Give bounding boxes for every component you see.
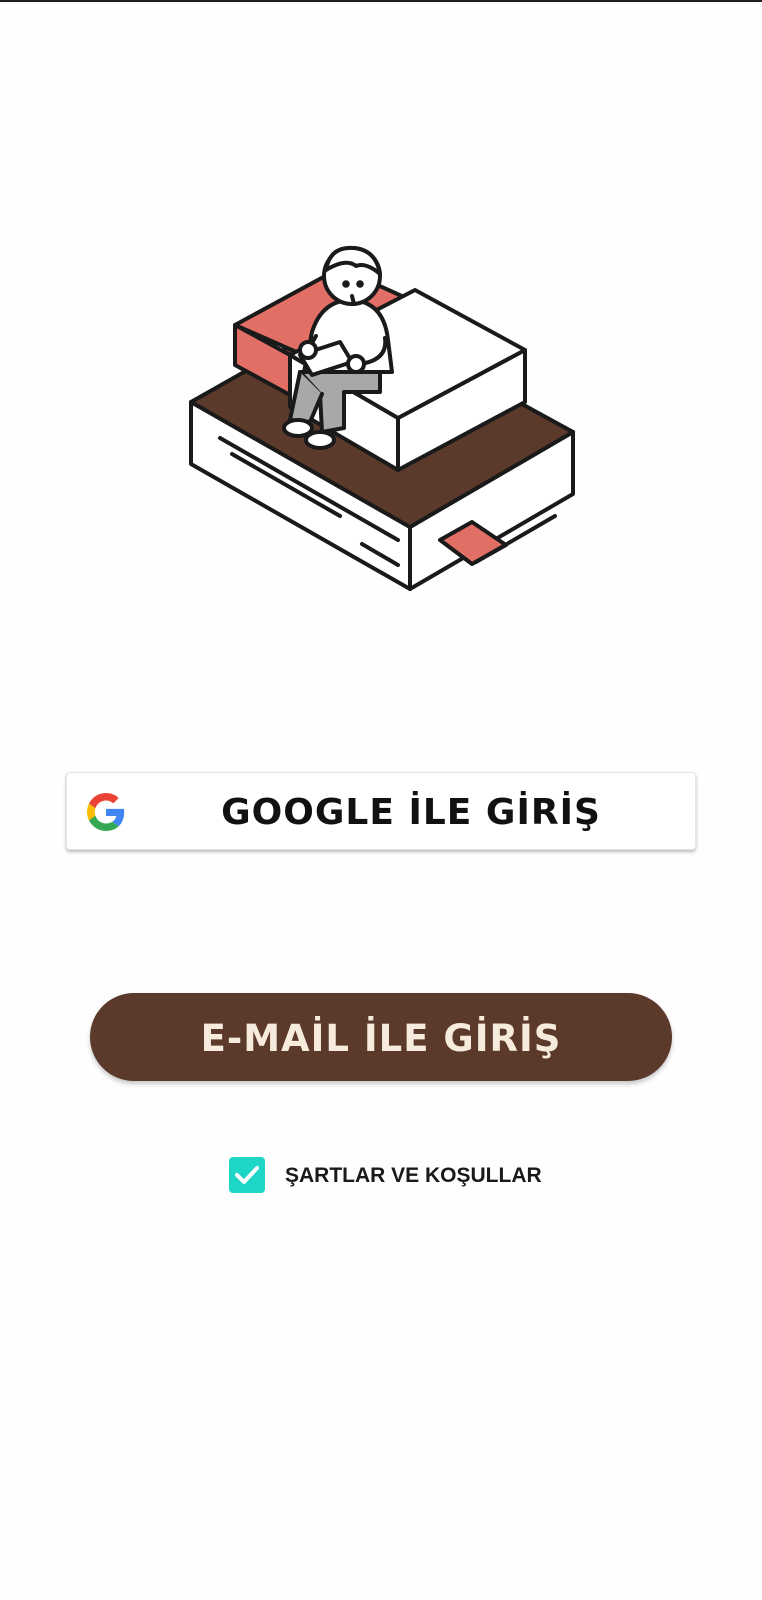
email-sign-in-label: E-MAİL İLE GİRİŞ bbox=[200, 1017, 562, 1060]
email-sign-in-button[interactable]: E-MAİL İLE GİRİŞ bbox=[90, 993, 672, 1081]
google-g-logo-icon bbox=[87, 793, 125, 831]
status-bar-divider bbox=[0, 0, 762, 2]
google-sign-in-label: GOOGLE İLE GİRİŞ bbox=[221, 792, 601, 833]
google-sign-in-button[interactable]: GOOGLE İLE GİRİŞ bbox=[66, 772, 696, 850]
terms-checkbox[interactable] bbox=[229, 1157, 265, 1193]
terms-and-conditions-link[interactable]: ŞARTLAR VE KOŞULLAR bbox=[285, 1157, 542, 1195]
book-reader-illustration bbox=[189, 245, 575, 591]
checkmark-icon bbox=[235, 1166, 259, 1184]
